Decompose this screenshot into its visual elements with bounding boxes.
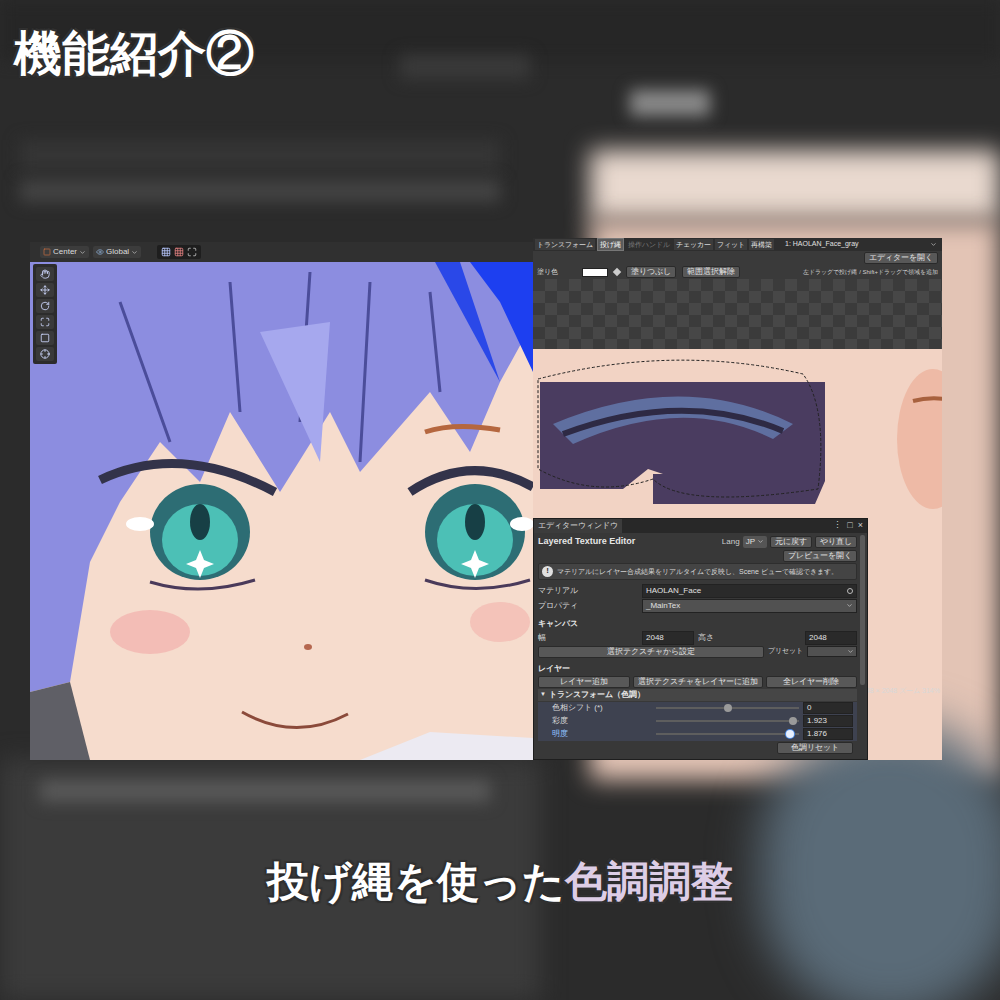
toolbar-tab[interactable]: チェッカー [674,239,713,250]
slide-title: 機能紹介② [14,26,1000,82]
space-toggle[interactable]: Global [93,246,141,258]
dropdown-icon [79,249,86,256]
material-field[interactable]: HAOLAN_Face [642,584,857,598]
slider-value[interactable]: 0 [803,702,853,714]
slider-value[interactable]: 1.876 [803,728,853,740]
tool-button[interactable] [36,267,54,281]
slider-track[interactable] [656,716,799,726]
editor-tab[interactable]: エディターウィンドウ [534,519,622,533]
scene-view: Center Global [30,242,533,760]
global-icon [96,248,104,256]
slider-thumb[interactable] [786,730,794,738]
toolbar-tab[interactable]: 操作ハンドル [626,239,672,250]
dropdown-icon [930,241,937,248]
tool-icon [40,269,50,279]
scene-render [30,262,533,760]
deselect-button[interactable]: 範囲選択解除 [682,266,740,278]
toolbar-tab[interactable]: フィット [715,239,747,250]
checker-area [533,279,942,349]
width-field[interactable]: 2048 [642,631,694,645]
promo-slide: 機能紹介② Center Global トランスフォーム投げ縄操作ハンドルチェッカーフ… [0,0,1000,1000]
slider-track[interactable] [656,729,799,739]
slider-value[interactable]: 1.923 [803,715,853,727]
tool-palette [33,264,57,364]
status-text: 048 × 2048 ズーム 314% [862,686,940,697]
window-control[interactable]: × [858,519,863,533]
texture-toolbar: トランスフォーム投げ縄操作ハンドルチェッカーフィット再構築 1: HAOLAN_F… [533,238,942,251]
lasso-options: 塗り色塗りつぶし範囲選択解除左ドラッグで投げ縄 / Shift+ドラッグで領域を… [533,265,942,279]
dropdown-icon [131,249,138,256]
toolbar-tab[interactable]: 投げ縄 [597,238,624,251]
toolbar-tab[interactable]: トランスフォーム [535,239,595,250]
tool-button[interactable] [36,299,54,313]
slider-thumb[interactable] [789,717,797,725]
preview-button[interactable]: プレビューを開く [783,550,857,562]
property-select[interactable]: _MainTex [642,599,857,613]
layer-button[interactable]: 選択テクスチャをレイヤーに追加 [633,676,763,688]
undo-button[interactable]: 元に戻す [770,536,812,548]
info-icon: ! [542,566,553,577]
scene-toolbar: Center Global [30,242,533,262]
redo-button[interactable]: やり直し [815,536,857,548]
tool-icon [40,349,50,359]
slider-group: 色相シフト (*)0彩度1.923明度1.876 [538,702,857,741]
info-box: !マテリアルにレイヤー合成結果をリアルタイムで反映し、Scene ビューで確認で… [538,563,857,580]
height-field[interactable]: 2048 [805,631,857,645]
open-editor-button[interactable]: エディターを開く [864,252,938,264]
slider-row: 色相シフト (*)0 [538,702,857,715]
caption-part: 投げ縄を使った [267,856,565,908]
fill-button[interactable]: 塗りつぶし [626,266,676,278]
dropdown-icon [757,538,764,545]
slider-row: 明度1.876 [538,728,857,741]
editor-heading: Layered Texture Editor [538,535,635,549]
layers-heading: レイヤー [538,663,857,675]
scrollbar[interactable] [860,535,865,685]
layer-button[interactable]: レイヤー追加 [538,676,630,688]
dropdown-icon [846,602,853,609]
grid-icon [161,247,171,257]
window-control[interactable]: ⋮ [833,519,842,533]
pivot-icon [43,248,51,256]
eyedropper-icon[interactable] [613,268,621,276]
tool-button[interactable] [36,315,54,329]
tool-button[interactable] [36,331,54,345]
layer-select[interactable]: 1: HAOLAN_Face_gray [782,239,940,250]
character-face-render [30,262,533,760]
editor-tab-bar: エディターウィンドウ ⋮ □ × [534,519,867,533]
texture-panel: トランスフォーム投げ縄操作ハンドルチェッカーフィット再構築 1: HAOLAN_F… [533,238,942,760]
transform-foldout[interactable]: ▼トランスフォーム（色調） [538,689,857,701]
slider-track[interactable] [656,703,799,713]
pivot-toggle[interactable]: Center [40,246,89,258]
tool-icon [40,333,50,343]
tool-button[interactable] [36,283,54,297]
caption-part: 色調調整 [565,856,733,908]
dropdown-icon [847,648,854,655]
tool-button[interactable] [36,347,54,361]
window-control[interactable]: □ [847,519,852,533]
tool-icon [40,285,50,295]
caption: 投げ縄を使った色調調整 [0,856,1000,908]
fill-color-swatch[interactable] [582,268,608,277]
reset-tone-button[interactable]: 色調リセット [777,742,853,754]
set-from-texture-button[interactable]: 選択テクスチャから設定 [538,646,764,658]
toolbar-tab[interactable]: 再構築 [749,239,774,250]
tool-icon [40,301,50,311]
lang-select[interactable]: JP [743,536,767,548]
slider-row: 彩度1.923 [538,715,857,728]
layer-button[interactable]: 全レイヤー削除 [766,676,858,688]
preset-select[interactable] [807,646,857,657]
screenshot-composite: CenterGlobalトランスフォーム投げ縄操作ハンドルチェッカーフィット再構… [30,242,1000,760]
tool-icon [40,317,50,327]
increment-icon [187,247,197,257]
editor-window: エディターウィンドウ⋮□×Layered Texture EditorLangJ… [533,518,868,760]
snap-icon [174,247,184,257]
canvas-heading: キャンバス [538,618,857,630]
snap-tools[interactable] [157,245,201,259]
slider-thumb[interactable] [724,704,732,712]
